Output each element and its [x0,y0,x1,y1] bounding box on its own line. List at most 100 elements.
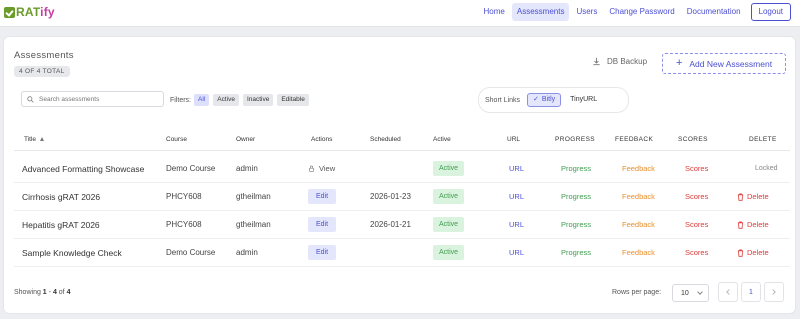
filter-all[interactable]: All [194,94,210,106]
assessment-title[interactable]: Advanced Formatting Showcase [22,155,144,182]
col-progress: PROGRESS [555,136,596,143]
col-scheduled: Scheduled [370,136,401,143]
page-title: Assessments [14,50,74,61]
assessments-card: Assessments 4 OF 4 TOTAL DB Backup + Add… [3,36,796,314]
filter-editable[interactable]: Editable [277,94,309,106]
active-badge[interactable]: Active [433,189,465,204]
scores-cell: Scores [685,155,708,182]
scores-link[interactable]: Scores [685,164,708,173]
progress-link[interactable]: Progress [561,248,591,257]
course-cell: Demo Course [166,248,216,257]
scores-link[interactable]: Scores [685,248,708,257]
view-button[interactable]: View [308,164,335,173]
col-feedback: FEEDBACK [615,136,654,143]
feedback-link[interactable]: Feedback [622,164,655,173]
delete-cell: Delete [737,183,769,210]
progress-cell: Progress [561,183,591,210]
scores-link[interactable]: Scores [685,192,708,201]
rows-per-page-select[interactable]: 10 [672,284,709,302]
search-icon [27,95,34,103]
edit-button[interactable]: Edit [308,189,337,204]
assessment-title[interactable]: Sample Knowledge Check [22,239,122,266]
progress-link[interactable]: Progress [561,192,591,201]
progress-cell: Progress [561,239,591,266]
next-page-button[interactable] [764,282,784,302]
locked-label: Locked [755,165,778,172]
col-active: Active [433,136,451,143]
short-link-tinyurl[interactable]: TinyURL [565,94,602,106]
actions-cell: View [308,155,335,182]
progress-link[interactable]: Progress [561,164,591,173]
table-row: Cirrhosis gRAT 2026 PHCY608 gtheilman Ed… [14,183,790,211]
course-cell: PHCY608 [166,220,202,229]
nav-documentation[interactable]: Documentation [682,3,746,21]
col-scores: SCORES [678,136,708,143]
table-row: Sample Knowledge Check Demo Course admin… [14,239,790,267]
feedback-link[interactable]: Feedback [622,192,655,201]
url-link[interactable]: URL [509,192,524,201]
short-link-bitly[interactable]: ✓ Bitly [527,93,562,107]
scores-cell: Scores [685,183,708,210]
actions-cell: Edit [308,183,337,210]
scheduled-cell: 2026-01-21 [370,220,411,229]
feedback-link[interactable]: Feedback [622,220,655,229]
add-new-assessment-button[interactable]: + Add New Assessment [662,53,786,74]
edit-button[interactable]: Edit [308,217,337,232]
scores-link[interactable]: Scores [685,220,708,229]
prev-page-button[interactable] [718,282,738,302]
scores-cell: Scores [685,239,708,266]
logout-button[interactable]: Logout [750,3,791,21]
url-link[interactable]: URL [509,164,524,173]
course-cell: PHCY608 [166,192,202,201]
owner-cell: gtheilman [236,192,271,201]
nav-home[interactable]: Home [479,3,510,21]
col-title[interactable]: Title [24,136,45,143]
search-box[interactable] [21,91,164,107]
search-input[interactable] [39,95,159,103]
filter-group: Filters: All Active Inactive Editable [170,94,313,106]
trash-icon [737,221,744,229]
nav-change-password[interactable]: Change Password [604,3,679,21]
active-badge[interactable]: Active [433,161,465,176]
assessment-title[interactable]: Cirrhosis gRAT 2026 [22,183,100,210]
app-logo[interactable]: RATify [4,5,55,19]
delete-button[interactable]: Delete [737,248,769,257]
showing-count: Showing 1 - 4 of 4 [14,289,71,296]
db-backup-button[interactable]: DB Backup [592,57,647,66]
check-icon: ✓ [533,96,539,103]
active-badge[interactable]: Active [433,245,465,260]
table-row: Advanced Formatting Showcase Demo Course… [14,155,790,183]
feedback-link[interactable]: Feedback [622,248,655,257]
table-header: Title Course Owner Actions Scheduled Act… [14,129,790,151]
assessment-title[interactable]: Hepatitis gRAT 2026 [22,211,100,238]
url-cell: URL [509,183,524,210]
actions-cell: Edit [308,211,337,238]
plus-icon: + [675,57,683,69]
progress-link[interactable]: Progress [561,220,591,229]
active-badge[interactable]: Active [433,217,465,232]
table-row: Hepatitis gRAT 2026 PHCY608 gtheilman Ed… [14,211,790,239]
delete-cell: Locked [755,155,778,182]
trash-icon [737,249,744,257]
sort-asc-icon [40,137,45,142]
delete-button[interactable]: Delete [737,220,769,229]
feedback-cell: Feedback [622,239,655,266]
url-link[interactable]: URL [509,220,524,229]
trash-icon [737,193,744,201]
page-number-button[interactable]: 1 [741,282,761,302]
chevron-down-icon [697,289,703,295]
rows-per-page-label: Rows per page: [612,289,662,296]
short-links-label: Short Links [485,96,521,104]
download-icon [593,57,600,66]
nav-users[interactable]: Users [571,3,602,21]
scheduled-cell: 2026-01-23 [370,192,411,201]
url-link[interactable]: URL [509,248,524,257]
filter-active[interactable]: Active [213,94,239,106]
nav-assessments[interactable]: Assessments [511,3,570,21]
lock-icon [309,165,314,172]
edit-button[interactable]: Edit [308,245,337,260]
filter-inactive[interactable]: Inactive [242,94,274,106]
add-button-label: Add New Assessment [689,58,773,69]
delete-button[interactable]: Delete [737,192,769,201]
delete-cell: Delete [737,239,769,266]
